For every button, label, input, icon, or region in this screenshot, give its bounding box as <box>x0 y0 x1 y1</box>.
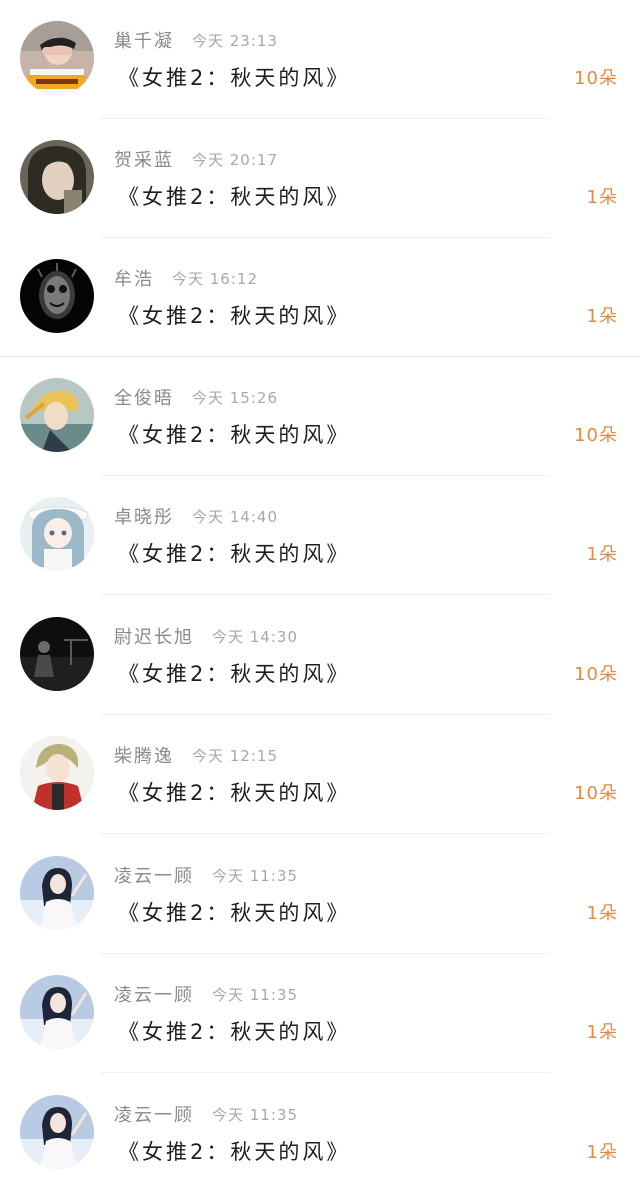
gift-time: 今天 14:40 <box>192 507 278 526</box>
gift-time: 今天 20:17 <box>192 150 278 169</box>
user-name[interactable]: 牟浩 <box>114 265 154 291</box>
user-name[interactable]: 凌云一顾 <box>114 862 194 888</box>
avatar[interactable] <box>20 140 94 214</box>
list-item[interactable]: 全俊晤 今天 15:26 《女推2：秋天的风》 10朵 <box>0 357 640 476</box>
gift-meta: 凌云一顾 今天 11:35 <box>114 1102 298 1126</box>
avatar-anime-girl-hat-icon <box>20 497 94 571</box>
flower-count: 10朵 <box>574 783 618 804</box>
gift-time: 今天 11:35 <box>212 1105 298 1124</box>
gift-meta: 卓晓彤 今天 14:40 <box>114 504 278 528</box>
book-title[interactable]: 《女推2：秋天的风》 <box>118 777 350 807</box>
flower-count: 1朵 <box>586 187 618 208</box>
list-item[interactable]: 尉迟长旭 今天 14:30 《女推2：秋天的风》 10朵 <box>0 596 640 715</box>
avatar-girl-dark-hair-icon <box>20 140 94 214</box>
gift-meta: 尉迟长旭 今天 14:30 <box>114 624 298 648</box>
flower-count: 10朵 <box>574 425 618 446</box>
flower-count: 1朵 <box>586 544 618 565</box>
user-name[interactable]: 凌云一顾 <box>114 981 194 1007</box>
book-title[interactable]: 《女推2：秋天的风》 <box>118 419 350 449</box>
gift-meta: 凌云一顾 今天 11:35 <box>114 863 298 887</box>
user-name[interactable]: 柴腾逸 <box>114 742 174 768</box>
book-title[interactable]: 《女推2：秋天的风》 <box>118 1136 350 1166</box>
avatar-woman-hand-over-face-icon <box>20 21 94 95</box>
list-item[interactable]: 柴腾逸 今天 12:15 《女推2：秋天的风》 10朵 <box>0 715 640 834</box>
book-title[interactable]: 《女推2：秋天的风》 <box>118 538 350 568</box>
user-name[interactable]: 贺采蓝 <box>114 146 174 172</box>
gift-meta: 贺采蓝 今天 20:17 <box>114 147 278 171</box>
avatar-girl-white-dress-icon <box>20 975 94 1049</box>
avatar-girl-white-dress-icon <box>20 1095 94 1169</box>
list-item[interactable]: 牟浩 今天 16:12 《女推2：秋天的风》 1朵 <box>0 238 640 357</box>
gift-time: 今天 11:35 <box>212 985 298 1004</box>
gift-time: 今天 23:13 <box>192 31 278 50</box>
flower-count: 10朵 <box>574 68 618 89</box>
avatar[interactable] <box>20 378 94 452</box>
gift-meta: 全俊晤 今天 15:26 <box>114 385 278 409</box>
gift-time: 今天 16:12 <box>172 269 258 288</box>
gift-meta: 柴腾逸 今天 12:15 <box>114 743 278 767</box>
user-name[interactable]: 凌云一顾 <box>114 1101 194 1127</box>
flower-count: 1朵 <box>586 903 618 924</box>
list-item[interactable]: 凌云一顾 今天 11:35 《女推2：秋天的风》 1朵 <box>0 954 640 1073</box>
user-name[interactable]: 巢千凝 <box>114 27 174 53</box>
avatar[interactable] <box>20 736 94 810</box>
avatar-anime-red-jacket-icon <box>20 736 94 810</box>
list-item[interactable]: 巢千凝 今天 23:13 《女推2：秋天的风》 10朵 <box>0 0 640 119</box>
book-title[interactable]: 《女推2：秋天的风》 <box>118 658 350 688</box>
avatar[interactable] <box>20 1095 94 1169</box>
gift-time: 今天 12:15 <box>192 746 278 765</box>
user-name[interactable]: 卓晓彤 <box>114 503 174 529</box>
flower-count: 1朵 <box>586 306 618 327</box>
avatar-anime-boy-blond-icon <box>20 378 94 452</box>
avatar[interactable] <box>20 617 94 691</box>
avatar[interactable] <box>20 497 94 571</box>
avatar-dark-mask-icon <box>20 259 94 333</box>
list-item[interactable]: 贺采蓝 今天 20:17 《女推2：秋天的风》 1朵 <box>0 119 640 238</box>
avatar-girl-white-dress-icon <box>20 856 94 930</box>
gift-record-list: 巢千凝 今天 23:13 《女推2：秋天的风》 10朵 贺采蓝 今天 20:17… <box>0 0 640 1193</box>
user-name[interactable]: 全俊晤 <box>114 384 174 410</box>
gift-time: 今天 14:30 <box>212 627 298 646</box>
avatar[interactable] <box>20 856 94 930</box>
book-title[interactable]: 《女推2：秋天的风》 <box>118 62 350 92</box>
book-title[interactable]: 《女推2：秋天的风》 <box>118 897 350 927</box>
divider <box>100 594 550 595</box>
avatar[interactable] <box>20 21 94 95</box>
avatar[interactable] <box>20 259 94 333</box>
gift-meta: 凌云一顾 今天 11:35 <box>114 982 298 1006</box>
avatar[interactable] <box>20 975 94 1049</box>
list-item[interactable]: 凌云一顾 今天 11:35 《女推2：秋天的风》 1朵 <box>0 1074 640 1193</box>
user-name[interactable]: 尉迟长旭 <box>114 623 194 649</box>
gift-time: 今天 15:26 <box>192 388 278 407</box>
flower-count: 1朵 <box>586 1142 618 1163</box>
list-item[interactable]: 卓晓彤 今天 14:40 《女推2：秋天的风》 1朵 <box>0 476 640 595</box>
list-item[interactable]: 凌云一顾 今天 11:35 《女推2：秋天的风》 1朵 <box>0 835 640 954</box>
gift-time: 今天 11:35 <box>212 866 298 885</box>
flower-count: 10朵 <box>574 664 618 685</box>
gift-meta: 牟浩 今天 16:12 <box>114 266 258 290</box>
gift-meta: 巢千凝 今天 23:13 <box>114 28 278 52</box>
book-title[interactable]: 《女推2：秋天的风》 <box>118 300 350 330</box>
avatar-dark-night-figure-icon <box>20 617 94 691</box>
book-title[interactable]: 《女推2：秋天的风》 <box>118 1016 350 1046</box>
book-title[interactable]: 《女推2：秋天的风》 <box>118 181 350 211</box>
flower-count: 1朵 <box>586 1022 618 1043</box>
divider <box>100 1072 550 1073</box>
divider <box>100 833 550 834</box>
